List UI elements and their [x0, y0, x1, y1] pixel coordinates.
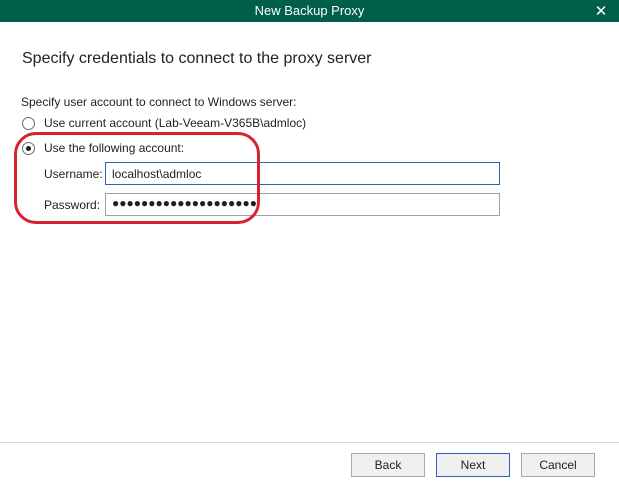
radio-current-account-label: Use current account (Lab-Veeam-V365B\adm…	[44, 116, 307, 130]
username-input[interactable]	[105, 162, 500, 185]
footer-divider	[0, 442, 619, 443]
radio-button-unselected[interactable]	[22, 116, 35, 130]
back-button[interactable]: Back	[351, 453, 425, 477]
radio-following-account[interactable]: Use the following account:	[22, 141, 184, 155]
page-heading: Specify credentials to connect to the pr…	[22, 50, 372, 67]
radio-following-account-label: Use the following account:	[44, 141, 185, 155]
password-label: Password:	[44, 198, 101, 212]
account-prompt: Specify user account to connect to Windo…	[21, 95, 297, 109]
cancel-button[interactable]: Cancel	[521, 453, 595, 477]
close-icon[interactable]: ✕	[583, 0, 619, 22]
username-label: Username:	[44, 167, 103, 181]
radio-current-account[interactable]: Use current account (Lab-Veeam-V365B\adm…	[22, 116, 306, 130]
next-button[interactable]: Next	[436, 453, 510, 477]
title-bar: New Backup Proxy ✕	[0, 0, 619, 22]
radio-button-selected[interactable]	[22, 141, 35, 155]
window-title: New Backup Proxy	[254, 3, 365, 18]
password-input[interactable]: ●●●●●●●●●●●●●●●●●●●●	[105, 193, 500, 216]
